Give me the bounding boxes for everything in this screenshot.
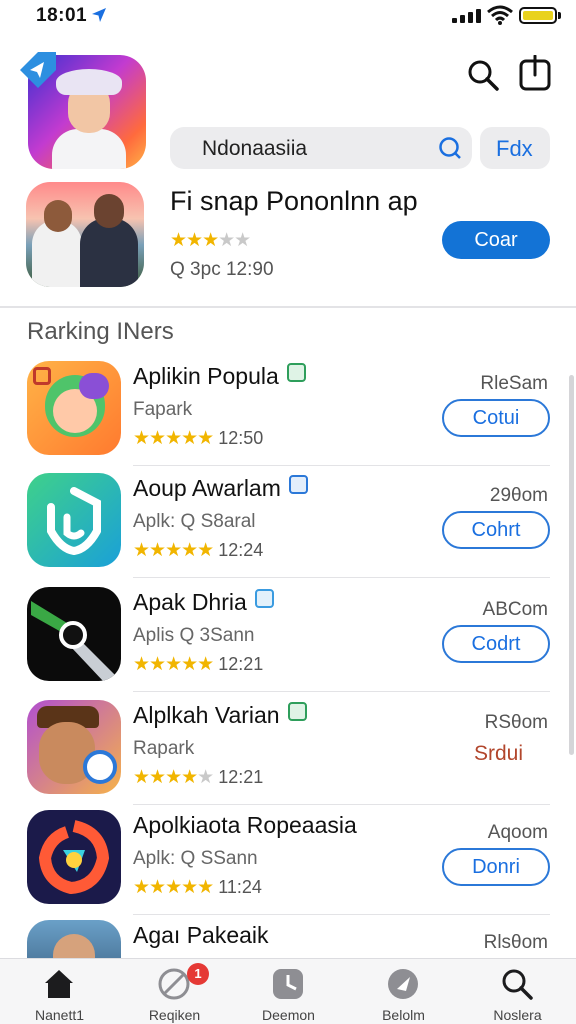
get-button[interactable]: Cohrt	[442, 511, 550, 549]
verified-badge-icon	[254, 589, 274, 608]
search-lens-icon	[439, 137, 461, 159]
featured-meta: Q 3pc 12:90	[170, 259, 274, 280]
list-item[interactable]: Aoup Awarlam Aplk: Q S8aral ★★★★★ 12:24 …	[0, 473, 576, 585]
tab-bar: Nanett1 1 Reqiken Deemon Belolm Noslera	[0, 958, 576, 1024]
app-subtitle: Aplk: Q S8aral	[133, 511, 256, 532]
app-time: 12:21	[218, 767, 264, 787]
app-title: Aplikin Popula	[133, 363, 279, 389]
featured-stars: ★★★	[170, 230, 219, 251]
app-icon-black-green	[27, 587, 121, 681]
app-stars: ★★★★★	[133, 877, 214, 898]
app-size: Aqoom	[487, 822, 548, 843]
battery-icon	[519, 7, 557, 24]
list-item[interactable]: Alplkah Varian Rapark ★★★★★ 12:21 RSθom …	[0, 700, 576, 812]
get-button[interactable]: Cotui	[442, 399, 550, 437]
wifi-icon	[487, 5, 513, 25]
verified-badge-icon	[287, 702, 307, 721]
notification-badge: 1	[187, 963, 209, 985]
get-button[interactable]: Donri	[442, 848, 550, 886]
app-subtitle: Aplk: Q SSann	[133, 848, 258, 869]
tab-explore[interactable]: 1 Reqiken	[117, 959, 232, 1024]
scroll-indicator[interactable]	[569, 375, 574, 755]
app-size: 29θom	[489, 485, 548, 506]
app-icon-cartoon-man	[27, 700, 121, 794]
list-item[interactable]: Apolkiaota Ropeaasia Aplk: Q SSann ★★★★★…	[0, 810, 576, 922]
featured-rating: ★★★★★	[170, 230, 251, 251]
tab-label: Noslera	[493, 1007, 542, 1023]
app-time: 12:50	[218, 428, 264, 448]
search-icon[interactable]	[466, 58, 500, 92]
section-title: Rarking INers	[27, 318, 174, 345]
app-time: 12:21	[218, 654, 264, 674]
featured-app-icon[interactable]	[26, 182, 144, 287]
tab-history[interactable]: Deemon	[231, 959, 346, 1024]
app-time: 11:24	[218, 877, 262, 897]
list-item[interactable]: Apak Dhria Aplis Q 3Sann ★★★★★ 12:21 ABC…	[0, 587, 576, 699]
app-title: Agaı Pakeaik	[133, 922, 269, 948]
filter-button-label: Fdx	[496, 136, 533, 161]
featured-app-title[interactable]: Fi snap Pononlnn ap	[170, 186, 418, 217]
open-link[interactable]: Srdui	[474, 742, 523, 766]
app-icon-green-shield	[27, 473, 121, 567]
app-stars: ★★★★★	[133, 428, 214, 449]
tab-label: Nanett1	[34, 1007, 85, 1023]
app-subtitle: Rapark	[133, 738, 195, 759]
tab-search[interactable]: Noslera	[460, 959, 575, 1024]
app-size: RSθom	[484, 712, 548, 733]
cellular-signal-icon	[452, 9, 481, 23]
section-divider	[0, 306, 576, 308]
compass-icon	[158, 968, 190, 1000]
status-time: 18:01	[36, 5, 88, 26]
home-icon	[45, 970, 73, 998]
list-item[interactable]: Agaı Pakeaik Rlsθom	[0, 920, 576, 960]
search-icon	[502, 969, 533, 1000]
app-size: ABCom	[482, 599, 548, 620]
share-icon[interactable]	[518, 55, 552, 91]
tab-label: Deemon	[262, 1007, 315, 1023]
status-bar: 18:01	[0, 0, 576, 34]
telegram-badge-icon	[20, 52, 56, 88]
app-subtitle: Aplis Q 3Sann	[133, 625, 255, 646]
location-arrow-icon	[92, 8, 106, 22]
app-title: Alplkah Varian	[133, 702, 280, 728]
app-size: RleSam	[480, 373, 548, 394]
app-subtitle: Fapark	[133, 399, 193, 420]
app-title: Apak Dhria	[133, 589, 247, 615]
app-icon-person	[27, 920, 121, 960]
filter-button[interactable]: Fdx	[480, 127, 550, 169]
list-item[interactable]: Aplikin Popula Fapark ★★★★★ 12:50 RleSam…	[0, 361, 576, 473]
clock-icon	[273, 969, 303, 999]
app-icon-colorful-swirl	[27, 810, 121, 904]
verified-badge-icon	[288, 475, 308, 494]
featured-get-button[interactable]: Coar	[442, 221, 550, 259]
play-icon	[388, 969, 418, 999]
app-stars: ★★★★★	[133, 540, 214, 561]
verified-badge-icon	[286, 363, 306, 382]
tab-label: Reqiken	[148, 1007, 201, 1023]
app-stars: ★★★★	[133, 767, 198, 788]
app-size: Rlsθom	[483, 932, 548, 953]
get-button[interactable]: Codrt	[442, 625, 550, 663]
app-time: 12:24	[218, 540, 264, 560]
tab-play[interactable]: Belolm	[346, 959, 461, 1024]
tab-label: Belolm	[382, 1007, 425, 1023]
app-title: Apolkiaota Ropeaasia	[133, 812, 357, 838]
app-icon-cartoon-girl	[27, 361, 121, 455]
tab-home[interactable]: Nanett1	[2, 959, 117, 1024]
search-input-value: Ndonaasiia	[202, 137, 308, 160]
search-input[interactable]: Ndonaasiia	[170, 127, 472, 169]
app-title: Aoup Awarlam	[133, 475, 281, 501]
app-stars: ★★★★★	[133, 654, 214, 675]
